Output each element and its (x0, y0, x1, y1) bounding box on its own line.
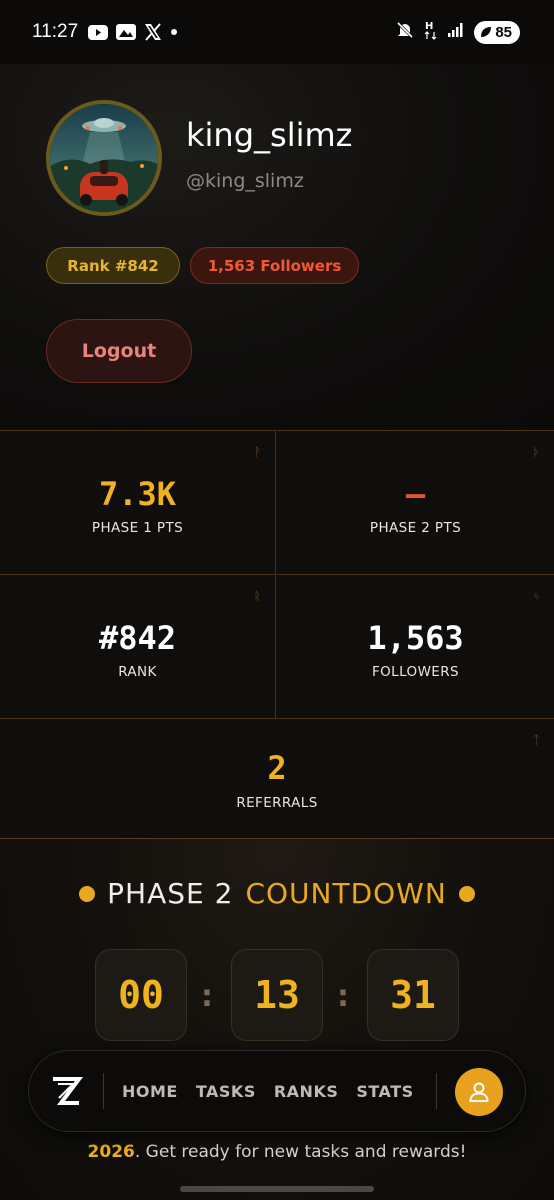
profile-nav-button[interactable] (455, 1068, 503, 1116)
phase2-points-value: — (405, 475, 426, 513)
network-h-icon: H (424, 20, 438, 45)
rune-glyph: ᚱ (253, 589, 261, 603)
svg-text:H: H (425, 21, 433, 32)
nav-tasks[interactable]: TASKS (196, 1082, 256, 1101)
rune-glyph: ᚦ (532, 445, 540, 459)
x-icon (144, 23, 162, 41)
countdown-box-3: 31 (367, 949, 459, 1041)
mute-icon (396, 21, 414, 44)
stat-card-phase1: ᚹ 7.3K PHASE 1 PTS (0, 430, 276, 574)
countdown-title: PHASE 2 COUNTDOWN (0, 877, 554, 910)
status-time: 11:27 (32, 21, 79, 42)
youtube-icon (88, 24, 109, 40)
home-indicator[interactable] (180, 1186, 374, 1192)
dot-icon (170, 28, 178, 36)
countdown-separator: : (337, 979, 349, 1014)
battery-indicator: 85 (474, 20, 520, 44)
desc-rest: . Get ready for new tasks and rewards! (134, 1142, 467, 1162)
rune-glyph: ᛏ (532, 733, 540, 747)
status-bar: 11:27 H 85 (0, 0, 554, 64)
rune-glyph: ᛃ (532, 589, 540, 603)
followers-badge: 1,563 Followers (190, 247, 359, 284)
rune-glyph: ᚹ (253, 445, 261, 459)
phase2-countdown: PHASE 2 COUNTDOWN 00 : 13 : 31 Phase 2 b… (0, 838, 554, 1200)
stat-card-followers: ᛃ 1,563 FOLLOWERS (277, 574, 554, 718)
rank-value: #842 (98, 619, 177, 657)
z-logo-icon (53, 1077, 83, 1105)
profile-handle: @king_slimz (186, 170, 304, 192)
countdown-box-2: 13 (231, 949, 323, 1041)
dot-icon (79, 885, 96, 902)
dot-icon (458, 885, 475, 902)
referrals-value: 2 (267, 749, 287, 787)
countdown-separator: : (201, 979, 213, 1014)
nav-stats[interactable]: STATS (356, 1082, 413, 1101)
stat-card-phase2: ᚦ — PHASE 2 PTS (277, 430, 554, 574)
followers-label: FOLLOWERS (371, 664, 459, 680)
countdown-box-1: 00 (95, 949, 187, 1041)
nav-home[interactable]: HOME (122, 1082, 178, 1101)
battery-level: 85 (495, 23, 512, 41)
followers-value: 1,563 (367, 619, 464, 657)
leaf-icon (481, 27, 492, 37)
phase1-points-value: 7.3K (98, 475, 177, 513)
stat-card-referrals: ᛏ 2 REFERRALS (0, 718, 554, 838)
phase1-points-label: PHASE 1 PTS (91, 520, 184, 536)
countdown-title-accent: COUNTDOWN (245, 877, 447, 910)
logout-button[interactable]: Logout (46, 319, 192, 383)
rank-label: RANK (118, 664, 157, 680)
phase2-points-label: PHASE 2 PTS (369, 520, 462, 536)
bottom-navigation: HOME TASKS RANKS STATS (28, 1050, 526, 1132)
stat-card-rank: ᚱ #842 RANK (0, 574, 276, 718)
nav-ranks[interactable]: RANKS (274, 1082, 339, 1101)
nav-divider (103, 1073, 104, 1109)
profile-display-name: king_slimz (186, 116, 353, 154)
signal-icon (448, 22, 464, 42)
countdown-title-main: PHASE 2 (107, 877, 234, 910)
profile-header: king_slimz @king_slimz Rank #842 1,563 F… (0, 64, 554, 430)
desc-year: 2026 (87, 1142, 135, 1162)
user-icon (469, 1082, 489, 1102)
profile-avatar (46, 100, 162, 216)
referrals-label: REFERRALS (236, 795, 318, 811)
rank-badge: Rank #842 (46, 247, 180, 284)
app-logo[interactable] (29, 1050, 103, 1132)
nav-divider (436, 1073, 437, 1109)
gallery-icon (116, 24, 137, 40)
